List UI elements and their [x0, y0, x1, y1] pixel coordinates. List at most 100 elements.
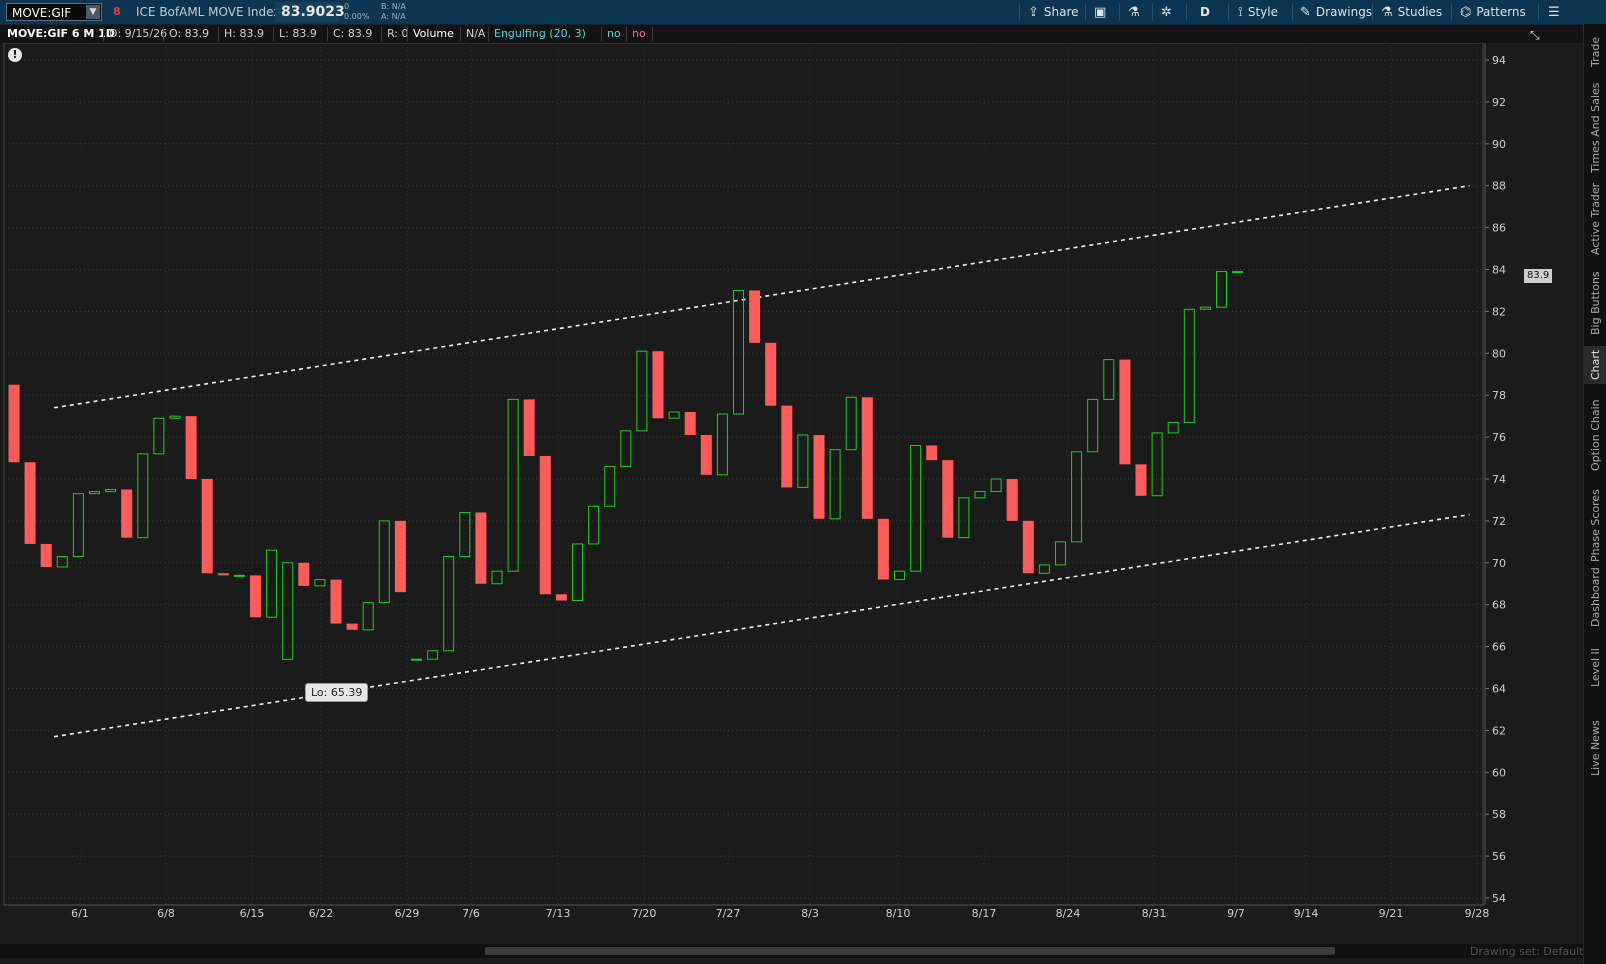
date-tick-label: 7/13	[546, 907, 571, 920]
candle-down[interactable]	[781, 405, 793, 488]
chart-scrollbar[interactable]	[0, 944, 1583, 958]
candle-down[interactable]	[330, 579, 342, 624]
candle-down[interactable]	[1022, 520, 1034, 574]
candle-down[interactable]	[394, 520, 406, 593]
info-divider	[381, 27, 382, 41]
link-flag[interactable]: 8	[113, 5, 121, 18]
candle-down[interactable]	[1135, 464, 1147, 496]
side-tab-phase-scores[interactable]: Phase Scores	[1584, 486, 1606, 566]
price-axis[interactable]: 54 56 58 60 62 64 66 68 70 72 74 76 78 80 82 84 86 88 90 92…	[1484, 43, 1506, 905]
candle-down[interactable]	[539, 455, 551, 595]
candle-down[interactable]	[298, 562, 310, 586]
info-divider	[626, 27, 627, 41]
side-tab-big-buttons[interactable]: Big Buttons	[1584, 263, 1606, 343]
last-price-marker: 83.9	[1524, 269, 1553, 283]
price-tick-label: 68	[1492, 599, 1506, 612]
menu-button[interactable]: ☰	[1548, 0, 1560, 24]
patterns-button[interactable]: ⌬ Patterns	[1460, 0, 1526, 24]
candle-down[interactable]	[217, 573, 229, 576]
side-tab-times-and-sales[interactable]: Times And Sales	[1584, 80, 1606, 176]
aggregation-button[interactable]: D	[1200, 0, 1210, 24]
info-divider	[652, 27, 653, 41]
time-axis[interactable]: 6/1 6/8 6/15 6/22 6/29 7/6 7/13 7/20 7/27 8/3 8/10…	[4, 904, 1489, 920]
price-tick-label: 70	[1492, 557, 1506, 570]
candle-up[interactable]	[411, 658, 422, 661]
drawings-label: Drawings	[1315, 5, 1373, 19]
chart-settings-button[interactable]: ▣	[1094, 0, 1106, 24]
candle-down[interactable]	[1119, 359, 1131, 465]
candle-down[interactable]	[121, 489, 133, 538]
candle-down[interactable]	[201, 479, 213, 574]
side-tab-option-chain[interactable]: Option Chain	[1584, 386, 1606, 484]
side-tab-live-news[interactable]: Live News	[1584, 708, 1606, 788]
candle-down[interactable]	[40, 543, 52, 567]
ask-value: A: N/A	[381, 12, 406, 21]
candle-down[interactable]	[926, 445, 938, 461]
candle-down[interactable]	[942, 460, 954, 538]
toolbar-divider	[1085, 3, 1086, 21]
plot-area	[3, 43, 1484, 906]
date-tick-label: 8/17	[972, 907, 997, 920]
candle-down[interactable]	[684, 411, 696, 436]
candle-down[interactable]	[8, 384, 20, 463]
price-tick-label: 82	[1492, 305, 1506, 318]
patterns-label: Patterns	[1476, 5, 1526, 19]
chevron-down-icon[interactable]: ▼	[86, 5, 100, 19]
candle-up[interactable]	[233, 574, 245, 577]
flask-button[interactable]: ⚗	[1128, 0, 1140, 24]
candle-down[interactable]	[765, 342, 777, 406]
alert-icon[interactable]: !	[8, 48, 22, 62]
candle-down[interactable]	[185, 416, 197, 479]
studies-button[interactable]: ⚗ Studies	[1381, 0, 1442, 24]
study-value-bullish: no	[607, 27, 621, 40]
candle-down[interactable]	[523, 399, 535, 456]
style-label: Style	[1247, 5, 1278, 19]
side-tab-chart[interactable]: Chart	[1584, 346, 1606, 384]
date-tick-label: 8/10	[886, 907, 911, 920]
toolbar-divider	[1451, 3, 1452, 21]
toolbar-divider	[1292, 3, 1293, 21]
price-tick-label: 74	[1492, 473, 1506, 486]
candle-down[interactable]	[250, 575, 261, 618]
side-tab-dashboard[interactable]: Dashboard	[1584, 567, 1606, 627]
candle-down[interactable]	[700, 435, 712, 475]
candle-down[interactable]	[877, 518, 889, 580]
share-button[interactable]: ⇪ Share	[1028, 0, 1079, 24]
scrollbar-thumb[interactable]	[485, 947, 1335, 955]
date-tick-label: 6/1	[71, 907, 89, 920]
candle-down[interactable]	[652, 351, 664, 419]
info-divider	[488, 27, 489, 41]
price-chart[interactable]: 54 56 58 60 62 64 66 68 70 72 74 76 78 80 82 84 86 88 90 92…	[0, 43, 1583, 943]
study-label[interactable]: Engulfing (20, 3)	[490, 25, 590, 43]
price-tick-label: 56	[1492, 850, 1506, 863]
candle-down[interactable]	[24, 462, 36, 544]
candle-down[interactable]	[346, 623, 358, 630]
settings-button[interactable]: ✲	[1161, 0, 1172, 24]
candle-down[interactable]	[555, 594, 567, 601]
side-tab-trade[interactable]: Trade	[1584, 28, 1606, 76]
candle-down[interactable]	[813, 435, 825, 519]
info-high: H: 83.9	[224, 27, 264, 40]
price-tick-label: 86	[1492, 222, 1506, 235]
patterns-icon: ⌬	[1460, 4, 1472, 20]
candle-down[interactable]	[1006, 479, 1018, 521]
price-tick-label: 76	[1492, 431, 1506, 444]
style-button[interactable]: ⟟ Style	[1238, 0, 1278, 24]
price-tick-label: 58	[1492, 808, 1506, 821]
price-tick-label: 84	[1492, 264, 1506, 277]
drawings-button[interactable]: ✎ Drawings	[1300, 0, 1372, 24]
gear-icon: ✲	[1161, 4, 1172, 20]
price-tick-label: 78	[1492, 389, 1506, 402]
price-tick-label: 60	[1492, 766, 1506, 779]
symbol-input[interactable]: MOVE:GIF ▼	[6, 3, 102, 21]
candle-down[interactable]	[475, 512, 487, 584]
aggregation-label: D	[1200, 5, 1210, 19]
candle-up[interactable]	[1232, 271, 1244, 274]
candle-down[interactable]	[749, 290, 761, 343]
drawing-set-label[interactable]: Drawing set: Default	[1470, 945, 1583, 958]
info-divider	[218, 27, 219, 41]
candle-down[interactable]	[861, 397, 873, 519]
crosshair-cursor-icon[interactable]: ⤡	[1530, 28, 1540, 43]
side-tab-active-trader[interactable]: Active Trader	[1584, 178, 1606, 260]
side-tab-level-ii[interactable]: Level II	[1584, 628, 1606, 706]
